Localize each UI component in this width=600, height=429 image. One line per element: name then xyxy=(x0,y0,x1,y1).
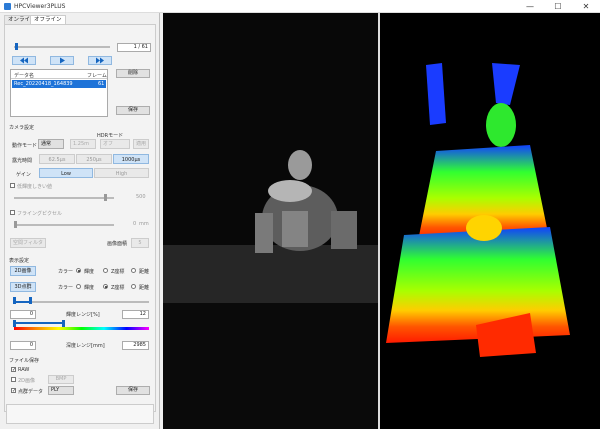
flying-pixel-label: フライングピクセル xyxy=(17,211,63,217)
data-list[interactable]: データ名 フレーム Rec_20220418_164839 61 xyxy=(10,69,108,117)
list-col-frame: フレーム xyxy=(87,73,107,79)
depth-min-input[interactable]: 0 xyxy=(10,341,36,350)
apply-button[interactable]: 適用 xyxy=(133,139,149,149)
fast-forward-icon xyxy=(96,57,104,64)
color-3d-option-1-label: Z座標 xyxy=(111,285,125,291)
color-2d-option-1[interactable] xyxy=(103,268,108,273)
brightness-range-slider[interactable] xyxy=(14,301,149,303)
2d-image-button[interactable]: 2D画像 xyxy=(10,266,36,276)
next-frame-button[interactable] xyxy=(88,56,112,65)
exposure-option-1[interactable]: 250μs xyxy=(76,154,112,164)
color-3d-option-2[interactable] xyxy=(131,284,136,289)
play-button[interactable] xyxy=(50,56,74,65)
minimize-button[interactable]: — xyxy=(516,0,544,13)
low-reflect-checkbox[interactable] xyxy=(10,183,15,188)
window-title: HPCViewer3PLUS xyxy=(14,3,66,10)
2d-image-save-label: 2D画像 xyxy=(18,378,36,384)
raw-label: RAW xyxy=(18,367,30,373)
depth-color-gradient xyxy=(14,327,149,330)
color-2d-option-1-label: Z座標 xyxy=(111,269,125,275)
gain-label: ゲイン xyxy=(16,172,31,178)
range-select[interactable]: 1.25m xyxy=(70,139,96,149)
low-reflect-thumb[interactable] xyxy=(104,194,107,201)
2d-image-save-checkbox[interactable] xyxy=(11,377,16,382)
pointcloud-scene-image xyxy=(386,63,570,357)
color-2d-option-0[interactable] xyxy=(76,268,81,273)
app-icon xyxy=(4,3,11,10)
exposure-label: 露光時間 xyxy=(12,158,33,164)
exposure-option-0[interactable]: 62.5μs xyxy=(39,154,75,164)
low-reflect-value: 500 xyxy=(136,194,146,200)
exposure-option-2[interactable]: 1000μs xyxy=(113,154,149,164)
flying-pixel-thumb[interactable] xyxy=(14,221,17,228)
brightness-range-fill xyxy=(14,301,30,303)
2d-image-view[interactable] xyxy=(163,13,379,429)
title-bar: HPCViewer3PLUS — ☐ ✕ xyxy=(0,0,600,13)
3d-pointcloud-button[interactable]: 3D点群 xyxy=(10,282,36,292)
flying-pixel-checkbox[interactable] xyxy=(10,210,15,215)
low-reflect-label: 低輝度しきい値 xyxy=(17,184,53,190)
image-size-select[interactable]: 5 xyxy=(131,238,149,248)
hdr-mode-label: HDRモード xyxy=(97,133,124,139)
pointcloud-format-select[interactable]: PLY xyxy=(48,386,74,395)
color-3d-option-2-label: 距離 xyxy=(139,285,150,291)
tab-offline[interactable]: オフライン xyxy=(30,15,66,24)
color-2d-option-0-label: 輝度 xyxy=(84,269,95,275)
play-icon xyxy=(60,57,65,64)
color-label-2d: カラー xyxy=(58,269,74,275)
gain-option-1[interactable]: High xyxy=(94,168,149,178)
rewind-icon xyxy=(20,57,28,64)
list-save-button[interactable]: 保存 xyxy=(116,106,150,115)
previous-frame-button[interactable] xyxy=(12,56,36,65)
color-3d-option-0[interactable] xyxy=(76,284,81,289)
color-3d-option-1[interactable] xyxy=(103,284,108,289)
status-area xyxy=(6,404,154,424)
depth-range-label: 深度レンジ[mm] xyxy=(66,343,105,349)
color-3d-option-0-label: 輝度 xyxy=(84,285,95,291)
list-col-name: データ名 xyxy=(14,73,35,79)
frame-counter: 1 / 61 xyxy=(117,43,151,52)
depth-range-slider[interactable] xyxy=(14,322,64,324)
mode-label: 動作モード xyxy=(12,143,38,149)
brightness-min-thumb[interactable] xyxy=(13,297,16,304)
playback-slider-track[interactable] xyxy=(14,46,110,48)
color-2d-option-2[interactable] xyxy=(131,268,136,273)
brightness-range-label: 輝度レンジ[%] xyxy=(66,312,100,318)
display-section-title: 表示設定 xyxy=(9,258,30,264)
flying-pixel-unit: mm xyxy=(139,221,149,227)
color-2d-option-2-label: 距離 xyxy=(139,269,150,275)
pointcloud-save-label: 点群データ xyxy=(18,389,44,395)
image-size-label: 画像面積 xyxy=(107,241,128,247)
close-button[interactable]: ✕ xyxy=(572,0,600,13)
filesave-save-button[interactable]: 保存 xyxy=(116,386,150,395)
2d-image-format-select[interactable]: BMP xyxy=(48,375,74,384)
raw-checkbox[interactable]: ✓ xyxy=(11,367,16,373)
color-label-3d: カラー xyxy=(58,285,74,291)
camera-section-title: カメラ設定 xyxy=(9,125,35,131)
mode-select[interactable]: 通常 xyxy=(38,139,64,149)
list-item[interactable]: Rec_20220418_164839 61 xyxy=(12,80,106,88)
list-item-name: Rec_20220418_164839 xyxy=(14,81,73,87)
playback-slider-thumb[interactable] xyxy=(14,43,18,50)
pointcloud-save-checkbox[interactable]: ✓ xyxy=(11,388,16,394)
maximize-button[interactable]: ☐ xyxy=(544,0,572,13)
grayscale-scene-image xyxy=(163,13,379,429)
flying-pixel-value: 0 xyxy=(133,221,137,227)
low-reflect-slider[interactable] xyxy=(14,197,114,199)
gain-option-0[interactable]: Low xyxy=(39,168,93,178)
filesave-section-title: ファイル保存 xyxy=(9,358,40,364)
brightness-max-input[interactable]: 12 xyxy=(122,310,149,319)
depth-max-thumb[interactable] xyxy=(62,320,65,327)
hdr-select[interactable]: オフ xyxy=(100,139,130,149)
spatial-filter-button[interactable]: 空間フィルタ xyxy=(10,238,46,248)
3d-pointcloud-view[interactable] xyxy=(380,13,600,429)
depth-max-input[interactable]: 2985 xyxy=(122,341,149,350)
flying-pixel-slider[interactable] xyxy=(14,224,114,226)
brightness-max-thumb[interactable] xyxy=(29,297,32,304)
depth-min-thumb[interactable] xyxy=(13,320,16,327)
brightness-min-input[interactable]: 0 xyxy=(10,310,36,319)
list-header: データ名 フレーム xyxy=(11,70,107,79)
delete-button[interactable]: 削除 xyxy=(116,69,150,78)
list-item-frames: 61 xyxy=(98,81,105,87)
